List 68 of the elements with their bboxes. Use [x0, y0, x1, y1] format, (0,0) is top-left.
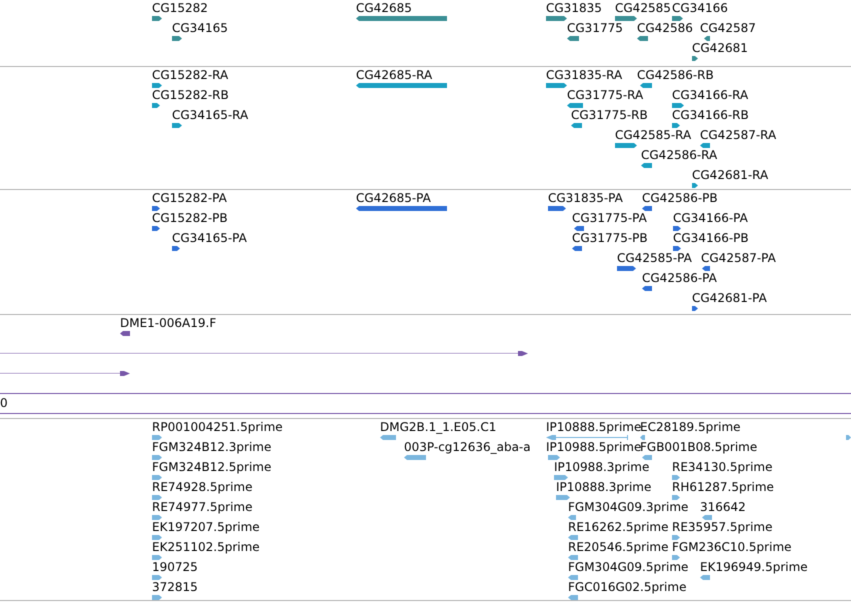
- feature-label: 372815: [152, 580, 198, 594]
- feature-label: EK196949.5prime: [700, 560, 808, 574]
- feature-label: CG42685-PA: [356, 191, 431, 205]
- feature-label: CG31775-RB: [571, 108, 648, 122]
- feature-label: RE20546.5prime: [568, 540, 668, 554]
- feature-label: CG42681: [692, 41, 748, 55]
- feature-label: CG31775-RA: [567, 88, 644, 102]
- feature-label: FGM304G09.3prime: [568, 500, 688, 514]
- feature-label: RP001004251.5prime: [152, 420, 283, 434]
- feature-label: FGB001B08.5prime: [640, 440, 758, 454]
- feature-label: CG31775: [567, 21, 623, 35]
- feature-label: CG31835-PA: [548, 191, 623, 205]
- feature-label: CG42586-RB: [637, 68, 714, 82]
- feature-label: CG42681-RA: [692, 168, 768, 182]
- feature-label: CG34166: [672, 1, 728, 15]
- feature-label: CG42585: [615, 1, 671, 15]
- feature-label: CG15282-RA: [152, 68, 228, 82]
- feature-label: CG15282-PA: [152, 191, 227, 205]
- feature-label: IP10888.5prime: [546, 420, 642, 434]
- feature-label: CG42586-PA: [642, 271, 717, 285]
- feature-label: CG34166-PB: [673, 231, 749, 245]
- feature-label: CG15282: [152, 1, 208, 15]
- feature-label: RE35957.5prime: [672, 520, 772, 534]
- feature-label: IP10988.3prime: [554, 460, 650, 474]
- feature-label: CG15282-RB: [152, 88, 229, 102]
- feature-label: FGM324B12.3prime: [152, 440, 272, 454]
- feature-label: CG42585-PA: [617, 251, 692, 265]
- feature-label: CG42585-RA: [615, 128, 692, 142]
- feature-label: RE34130.5prime: [672, 460, 772, 474]
- feature-label: IP10888.3prime: [556, 480, 652, 494]
- feature-label: RH61287.5prime: [672, 480, 774, 494]
- feature-label: FGM236C10.5prime: [672, 540, 792, 554]
- feature-label: DMG2B.1_1.E05.C1: [380, 420, 496, 434]
- feature-label: 316642: [700, 500, 746, 514]
- feature-label: CG42586-RA: [641, 148, 718, 162]
- feature-label: RE74928.5prime: [152, 480, 252, 494]
- feature-label: CG31835: [546, 1, 602, 15]
- ruler-label: 0: [0, 396, 8, 410]
- feature-label: EK251102.5prime: [152, 540, 260, 554]
- feature-label: CG31835-RA: [546, 68, 622, 82]
- feature-label: CG42587: [700, 21, 756, 35]
- feature-label: CG31775-PB: [572, 231, 648, 245]
- feature-label: CG42587-PA: [701, 251, 776, 265]
- feature-label: FGC016G02.5prime: [568, 580, 686, 594]
- feature-label: RE16262.5prime: [568, 520, 668, 534]
- feature-label: 003P-cg12636_aba-a: [404, 440, 531, 454]
- feature-label: FGM324B12.5prime: [152, 460, 272, 474]
- feature-label: CG42685: [356, 1, 412, 15]
- feature-label: DME1-006A19.F: [120, 316, 216, 330]
- feature-label: CG34165-PA: [172, 231, 247, 245]
- feature-label: EK197207.5prime: [152, 520, 260, 534]
- feature-label: CG42586-PB: [642, 191, 718, 205]
- feature-label: CG42681-PA: [692, 291, 767, 305]
- feature-label: CG34166-PA: [673, 211, 748, 225]
- feature-label: CG34165: [172, 21, 228, 35]
- feature-label: CG15282-PB: [152, 211, 228, 225]
- feature-label: CG34166-RA: [672, 88, 748, 102]
- feature-label: CG42685-RA: [356, 68, 432, 82]
- feature-label: CG34166-RB: [672, 108, 749, 122]
- feature-label: 190725: [152, 560, 198, 574]
- feature-label: IP10988.5prime: [546, 440, 642, 454]
- feature-label: RE74977.5prime: [152, 500, 252, 514]
- feature-label: FGM304G09.5prime: [568, 560, 688, 574]
- feature-label: CG34165-RA: [172, 108, 248, 122]
- feature-label: EC28189.5prime: [640, 420, 741, 434]
- feature-label: CG42586: [637, 21, 693, 35]
- feature-label: CG42587-RA: [700, 128, 776, 142]
- feature-label: CG31775-PA: [572, 211, 647, 225]
